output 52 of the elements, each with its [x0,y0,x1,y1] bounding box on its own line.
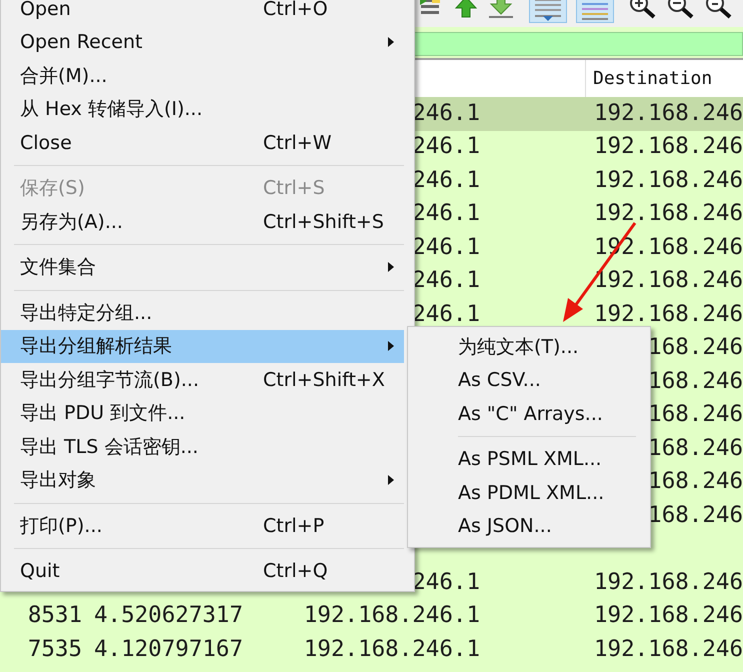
table-cell: 246.1 [412,302,480,328]
menu-item[interactable]: 导出 PDU 到文件... [1,396,404,430]
table-cell: 192.168.246 [594,302,743,328]
menu-item[interactable]: 导出 TLS 会话密钥... [1,430,404,464]
menu-item[interactable]: Open Recent [1,26,404,59]
table-cell: 246.1 [412,100,480,127]
table-cell: 246.1 [412,268,480,294]
table-cell: 192.168.246 [594,100,743,127]
packet-row[interactable]: 7535 4.120797167 192.168.246.1 192.168.246 [0,633,743,666]
table-cell: 192.168.246 [594,168,743,194]
menu-item[interactable]: As "C" Arrays... [408,397,650,430]
table-cell: 192.168.246.1 [304,636,480,663]
menu-item[interactable]: As JSON... [408,510,650,543]
menu-item[interactable]: 导出分组字节流(B)... Ctrl+Shift+X [1,363,404,396]
table-cell: 192.168.246.1 [304,603,480,630]
menu-item[interactable]: 为纯文本(T)... [408,330,650,364]
menu-item[interactable]: 另存为(A)... Ctrl+Shift+S [1,205,404,238]
table-cell: 7535 [28,636,82,663]
table-cell: 192.168.246 [594,134,743,160]
zoom-out-icon[interactable] [667,0,695,19]
menu-item[interactable]: 从 Hex 转储导入(I)... [1,92,404,126]
table-cell: 192.168.246 [594,201,743,228]
table-cell: 4.120797167 [94,636,244,663]
menu-item[interactable]: 文件集合 [1,250,404,284]
magnifier-icon[interactable] [705,0,733,19]
menu-item[interactable]: 导出分组解析结果 [1,330,404,363]
menu-item[interactable]: Quit Ctrl+Q [1,554,404,588]
menu-item[interactable]: As PSML XML... [408,442,650,476]
scroll-to-end-icon[interactable] [529,0,567,23]
table-cell: 192.168.246 [594,570,743,596]
table-cell: 192.168.246 [594,268,743,294]
menu-item[interactable]: Close Ctrl+W [1,126,404,160]
menu-item[interactable]: As CSV... [408,364,650,397]
up-arrow-icon[interactable] [454,0,478,19]
table-cell: 8531 [28,603,82,630]
table-cell: 192.168.246 [594,603,743,630]
table-cell: 246.1 [412,168,480,194]
table-cell: 4.520627317 [94,603,244,630]
table-cell: 192.168.246 [594,636,743,663]
menu-item[interactable]: 打印(P)... Ctrl+P [1,509,404,542]
packet-row[interactable]: 8531 4.520627317 192.168.246.1 192.168.246 [0,600,743,633]
menu-item[interactable]: 导出特定分组... [1,296,404,330]
table-cell: 246.1 [412,570,480,596]
table-cell: 246.1 [412,201,480,228]
menu-item[interactable]: 合并(M)... [1,59,404,92]
menu-item[interactable]: 导出对象 [1,464,404,497]
table-cell: 246.1 [412,134,480,160]
zoom-in-icon[interactable] [629,0,657,19]
table-cell: 246.1 [412,234,480,261]
menu-item[interactable]: As PDML XML... [408,476,650,510]
colorize-icon[interactable] [576,0,614,23]
down-arrow-icon[interactable] [487,0,515,19]
